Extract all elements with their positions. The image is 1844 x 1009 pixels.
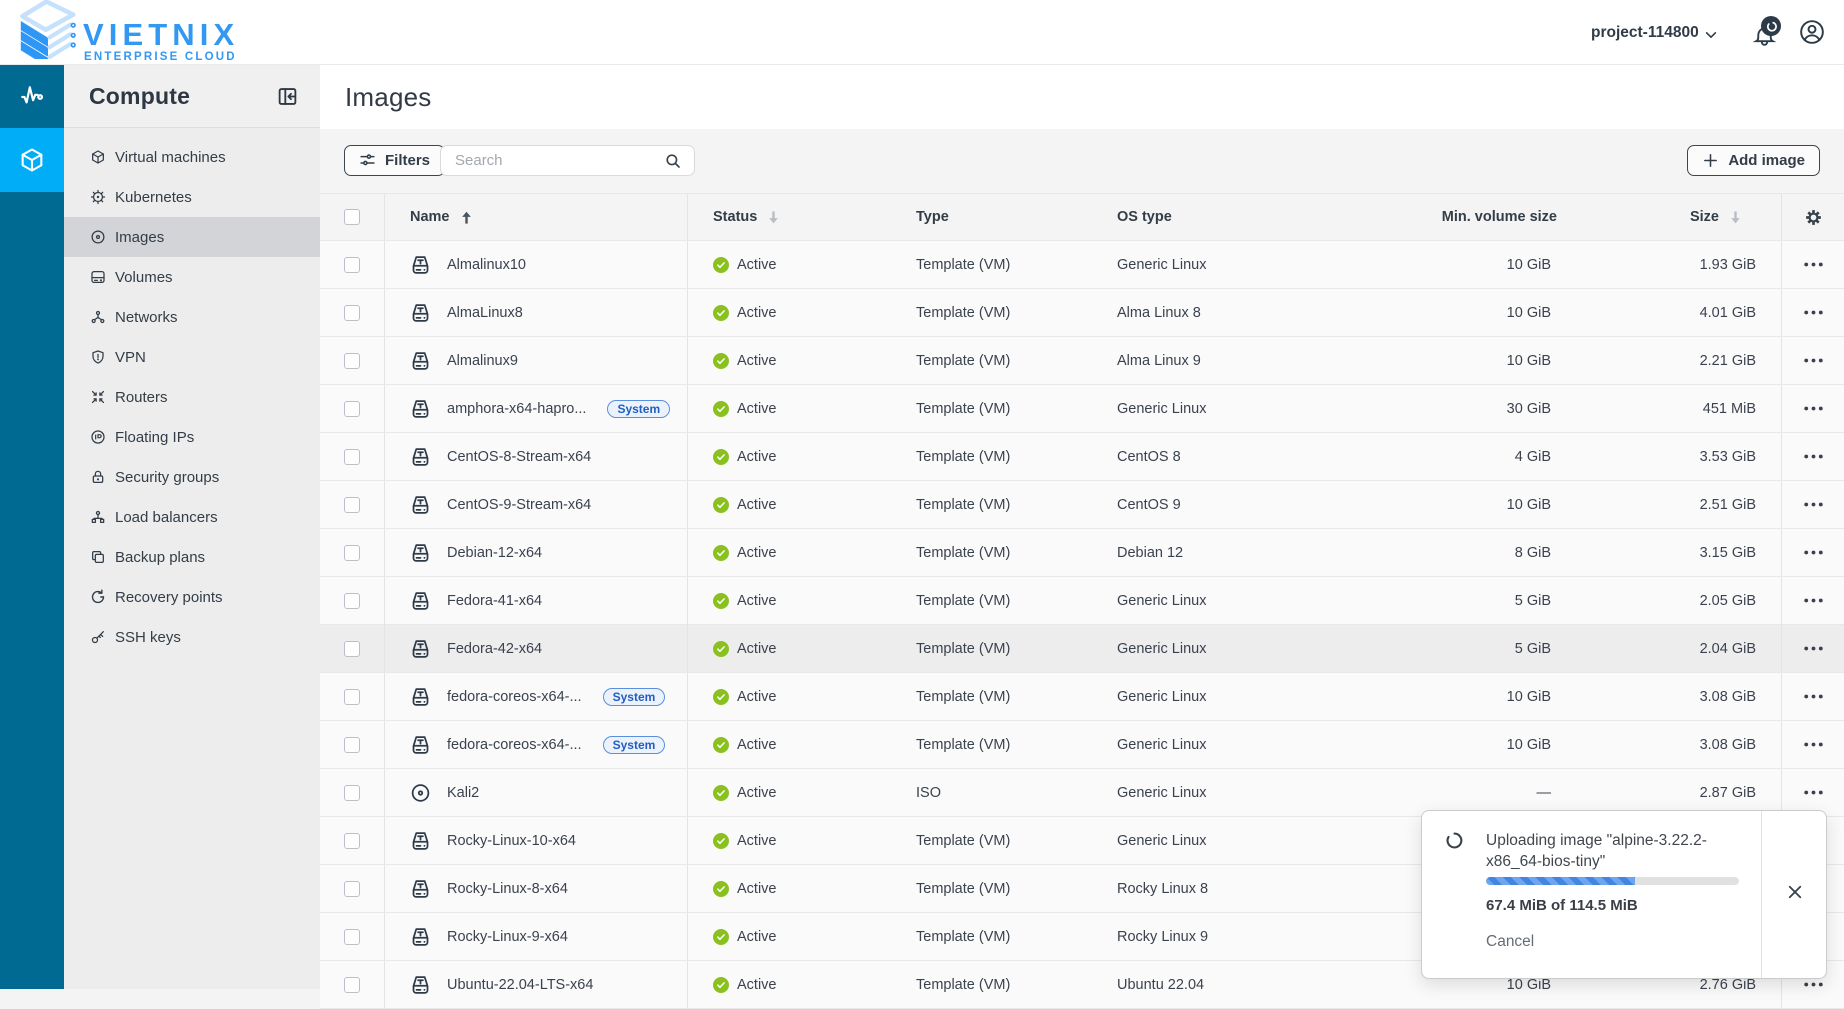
svg-text:VIETNIX: VIETNIX [83, 17, 239, 52]
svg-text:ENTERPRISE CLOUD: ENTERPRISE CLOUD [84, 51, 237, 62]
